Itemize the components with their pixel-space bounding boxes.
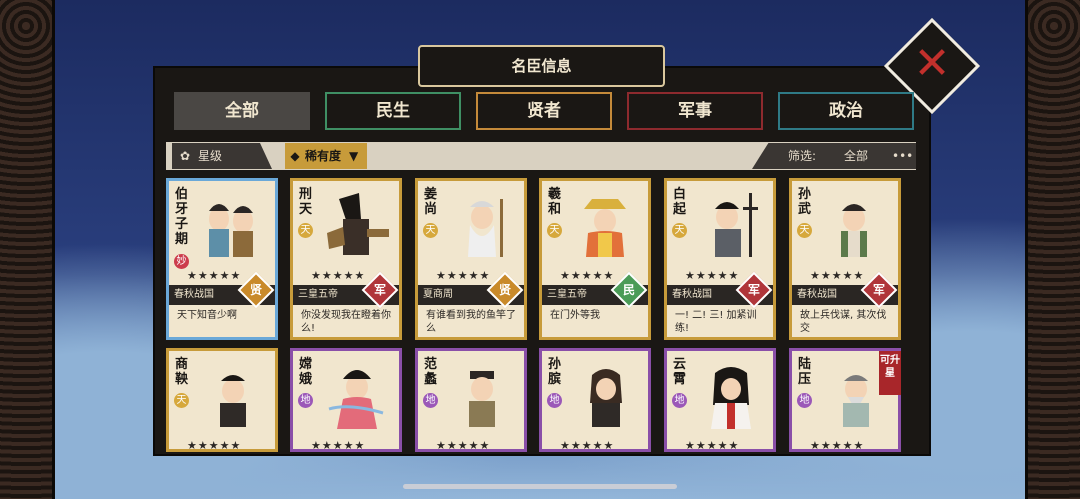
minister-portrait — [469, 371, 495, 427]
star-rating: ★★★★★ — [560, 269, 615, 282]
minister-quote: 一! 二! 三! 加紧训练! — [675, 310, 757, 334]
minister-card[interactable]: 商鞅 天 ★★★★★ — [166, 348, 278, 452]
minister-name: 孙膑 — [548, 357, 562, 387]
category-badge-label: 军 — [373, 283, 386, 297]
grade-badge: 天 — [298, 223, 313, 238]
tab-military[interactable]: 军事 — [627, 92, 763, 130]
minister-portrait — [209, 204, 253, 257]
grade-badge: 地 — [797, 393, 812, 408]
star-rating: ★★★★★ — [187, 269, 242, 282]
grade-badge: 天 — [547, 223, 562, 238]
screen-filter-value: 全部 — [844, 149, 869, 163]
tab-all[interactable]: 全部 — [174, 92, 310, 130]
minister-name: 云霄 — [673, 357, 687, 387]
minister-name: 孙武 — [798, 187, 812, 217]
minister-card[interactable]: 羲和 天 ★★★★★ 三皇五帝 民 在门外等我 — [539, 178, 651, 340]
minister-card[interactable]: 嫦娥 地 ★★★★★ — [290, 348, 402, 452]
grade-badge: 妙 — [174, 254, 189, 269]
rarity-sort-button[interactable]: ◆ 稀有度 ▼ — [285, 143, 367, 169]
category-badge-label: 贤 — [249, 283, 262, 297]
grade-badge: 天 — [797, 223, 812, 238]
star-rating: ★★★★★ — [810, 269, 865, 282]
minister-card[interactable]: 范蠡 地 ★★★★★ — [415, 348, 527, 452]
tab-livelihood[interactable]: 民生 — [325, 92, 461, 130]
star-icon: ✿ — [179, 149, 191, 163]
tab-politics[interactable]: 政治 — [778, 92, 914, 130]
minister-name: 姜尚 — [424, 187, 438, 217]
minister-name: 陆压 — [798, 357, 812, 387]
star-rating: ★★★★★ — [436, 439, 491, 452]
minister-name: 白起 — [673, 187, 687, 217]
minister-card[interactable]: 孙膑 地 ★★★★★ — [539, 348, 651, 452]
category-badge-label: 军 — [872, 283, 885, 297]
tab-sage[interactable]: 贤者 — [476, 92, 612, 130]
minister-name: 刑天 — [299, 187, 313, 217]
screen-filter-label: 筛选: — [788, 149, 817, 163]
grade-badge: 天 — [672, 223, 687, 238]
minister-portrait — [841, 204, 867, 257]
star-rating: ★★★★★ — [436, 269, 491, 282]
upgrade-star-tag: 可升星 — [879, 351, 901, 395]
category-badge-label: 贤 — [498, 283, 511, 297]
minister-quote: 在门外等我 — [550, 310, 600, 321]
minister-quote: 你没发现我在瞪着你么! — [301, 310, 391, 334]
category-badge-label: 民 — [622, 283, 635, 297]
close-icon: ✕ — [913, 38, 951, 89]
right-frame-border — [1025, 0, 1080, 499]
star-rating: ★★★★★ — [311, 269, 366, 282]
star-rating: ★★★★★ — [187, 439, 242, 452]
minister-portrait — [327, 193, 389, 255]
star-rating: ★★★★★ — [685, 439, 740, 452]
minister-portrait — [328, 370, 384, 429]
minister-portrait — [715, 193, 758, 257]
minister-quote: 天下知音少啊 — [177, 310, 237, 321]
grade-badge: 地 — [672, 393, 687, 408]
star-sort-button[interactable]: ✿ 星级 — [172, 143, 272, 169]
grade-badge: 地 — [423, 393, 438, 408]
minister-card[interactable]: 白起 天 ★★★★★ 春秋战国 军 一! 二! 三! 加紧训练! — [664, 178, 776, 340]
more-options-icon[interactable]: ••• — [892, 143, 913, 169]
minister-name: 羲和 — [548, 187, 562, 217]
minister-portrait — [220, 375, 246, 427]
minister-portrait — [468, 199, 503, 257]
minister-portrait — [584, 199, 626, 257]
star-rating: ★★★★★ — [685, 269, 740, 282]
minister-card[interactable]: 刑天 天 ★★★★★ 三皇五帝 军 你没发现我在瞪着你么! — [290, 178, 402, 340]
minister-quote: 有谁看到我的鱼竿了么 — [426, 310, 516, 334]
star-sort-label: 星级 — [198, 149, 223, 163]
screen-filter[interactable]: 筛选: 全部 ••• — [752, 143, 916, 169]
dropdown-arrow-icon: ▼ — [349, 149, 359, 163]
category-badge-label: 军 — [747, 283, 760, 297]
grade-badge: 天 — [423, 223, 438, 238]
star-rating: ★★★★★ — [311, 439, 366, 452]
diamond-icon: ◆ — [290, 149, 300, 163]
minister-card[interactable]: 云霄 地 ★★★★★ — [664, 348, 776, 452]
left-frame-border — [0, 0, 55, 499]
minister-card[interactable]: 伯牙子期 妙 ★★★★★ 春秋战国 贤 天下知音少啊 — [166, 178, 278, 340]
minister-name: 伯牙子期 — [175, 187, 189, 247]
grade-badge: 地 — [547, 393, 562, 408]
star-rating: ★★★★★ — [560, 439, 615, 452]
grade-badge: 地 — [298, 393, 313, 408]
minister-card[interactable]: 姜尚 天 ★★★★★ 夏商周 贤 有谁看到我的鱼竿了么 — [415, 178, 527, 340]
panel-title: 名臣信息 — [418, 45, 665, 87]
minister-name: 商鞅 — [175, 357, 189, 387]
rarity-sort-label: 稀有度 — [305, 149, 342, 163]
minister-portrait — [711, 367, 751, 429]
minister-card[interactable]: 孙武 天 ★★★★★ 春秋战国 军 故上兵伐谋, 其次伐交 — [789, 178, 901, 340]
grade-badge: 天 — [174, 393, 189, 408]
minister-portrait — [590, 369, 622, 427]
minister-quote: 故上兵伐谋, 其次伐交 — [800, 310, 887, 334]
home-indicator — [403, 484, 677, 489]
star-rating: ★★★★★ — [810, 439, 865, 452]
minister-name: 嫦娥 — [299, 357, 313, 387]
minister-name: 范蠡 — [424, 357, 438, 387]
